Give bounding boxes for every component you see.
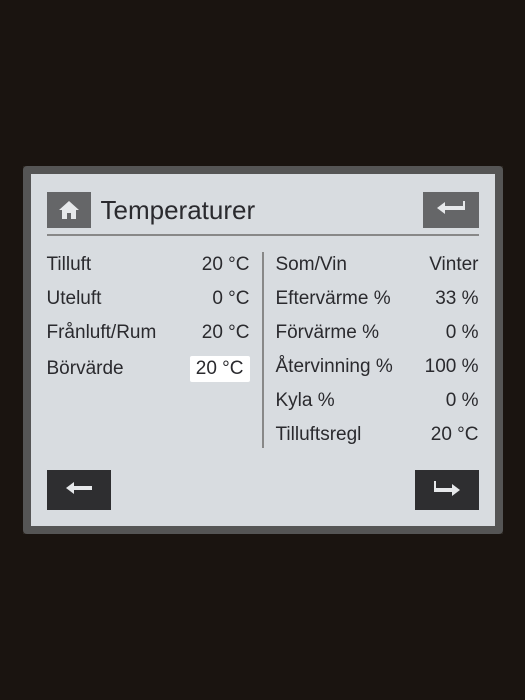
arrow-left-icon (64, 481, 94, 500)
label: Eftervärme % (276, 288, 436, 310)
value: 20 °C (202, 254, 250, 276)
value: 0 % (446, 322, 479, 344)
page-title: Temperaturer (101, 195, 256, 226)
label: Tilluftsregl (276, 424, 431, 446)
value: 20 °C (431, 424, 479, 446)
row-borvarde[interactable]: Börvärde 20 °C (47, 350, 250, 388)
header-left: Temperaturer (47, 192, 256, 228)
value: 100 % (425, 356, 479, 378)
label: Tilluft (47, 254, 202, 276)
value-editable[interactable]: 20 °C (190, 356, 250, 382)
home-icon (57, 199, 81, 221)
screen: Temperaturer Tilluft 20 °C Uteluft (23, 166, 503, 534)
row-uteluft: Uteluft 0 °C (47, 282, 250, 316)
label: Börvärde (47, 358, 190, 380)
value: 0 % (446, 390, 479, 412)
label: Som/Vin (276, 254, 430, 276)
header: Temperaturer (47, 192, 479, 228)
left-column: Tilluft 20 °C Uteluft 0 °C Frånluft/Rum … (47, 248, 262, 452)
footer-nav (47, 470, 479, 510)
header-separator (47, 234, 479, 236)
prev-button[interactable] (47, 470, 111, 510)
home-button[interactable] (47, 192, 91, 228)
label: Kyla % (276, 390, 446, 412)
row-tilluftsregl: Tilluftsregl 20 °C (276, 418, 479, 452)
next-button[interactable] (415, 470, 479, 510)
row-som-vin: Som/Vin Vinter (276, 248, 479, 282)
device-frame: Temperaturer Tilluft 20 °C Uteluft (23, 166, 503, 534)
row-forvarme: Förvärme % 0 % (276, 316, 479, 350)
row-eftervarme: Eftervärme % 33 % (276, 282, 479, 316)
label: Återvinning % (276, 356, 425, 378)
label: Uteluft (47, 288, 213, 310)
value: Vinter (429, 254, 478, 276)
row-franluft-rum: Frånluft/Rum 20 °C (47, 316, 250, 350)
row-atervinning: Återvinning % 100 % (276, 350, 479, 384)
value: 0 °C (212, 288, 249, 310)
row-tilluft: Tilluft 20 °C (47, 248, 250, 282)
value: 20 °C (202, 322, 250, 344)
value: 33 % (435, 288, 478, 310)
row-kyla: Kyla % 0 % (276, 384, 479, 418)
label: Frånluft/Rum (47, 322, 202, 344)
right-column: Som/Vin Vinter Eftervärme % 33 % Förvärm… (264, 248, 479, 452)
back-button[interactable] (423, 192, 479, 228)
content-area: Tilluft 20 °C Uteluft 0 °C Frånluft/Rum … (47, 248, 479, 452)
label: Förvärme % (276, 322, 446, 344)
return-arrow-icon (435, 199, 467, 222)
arrow-right-down-icon (432, 479, 462, 502)
